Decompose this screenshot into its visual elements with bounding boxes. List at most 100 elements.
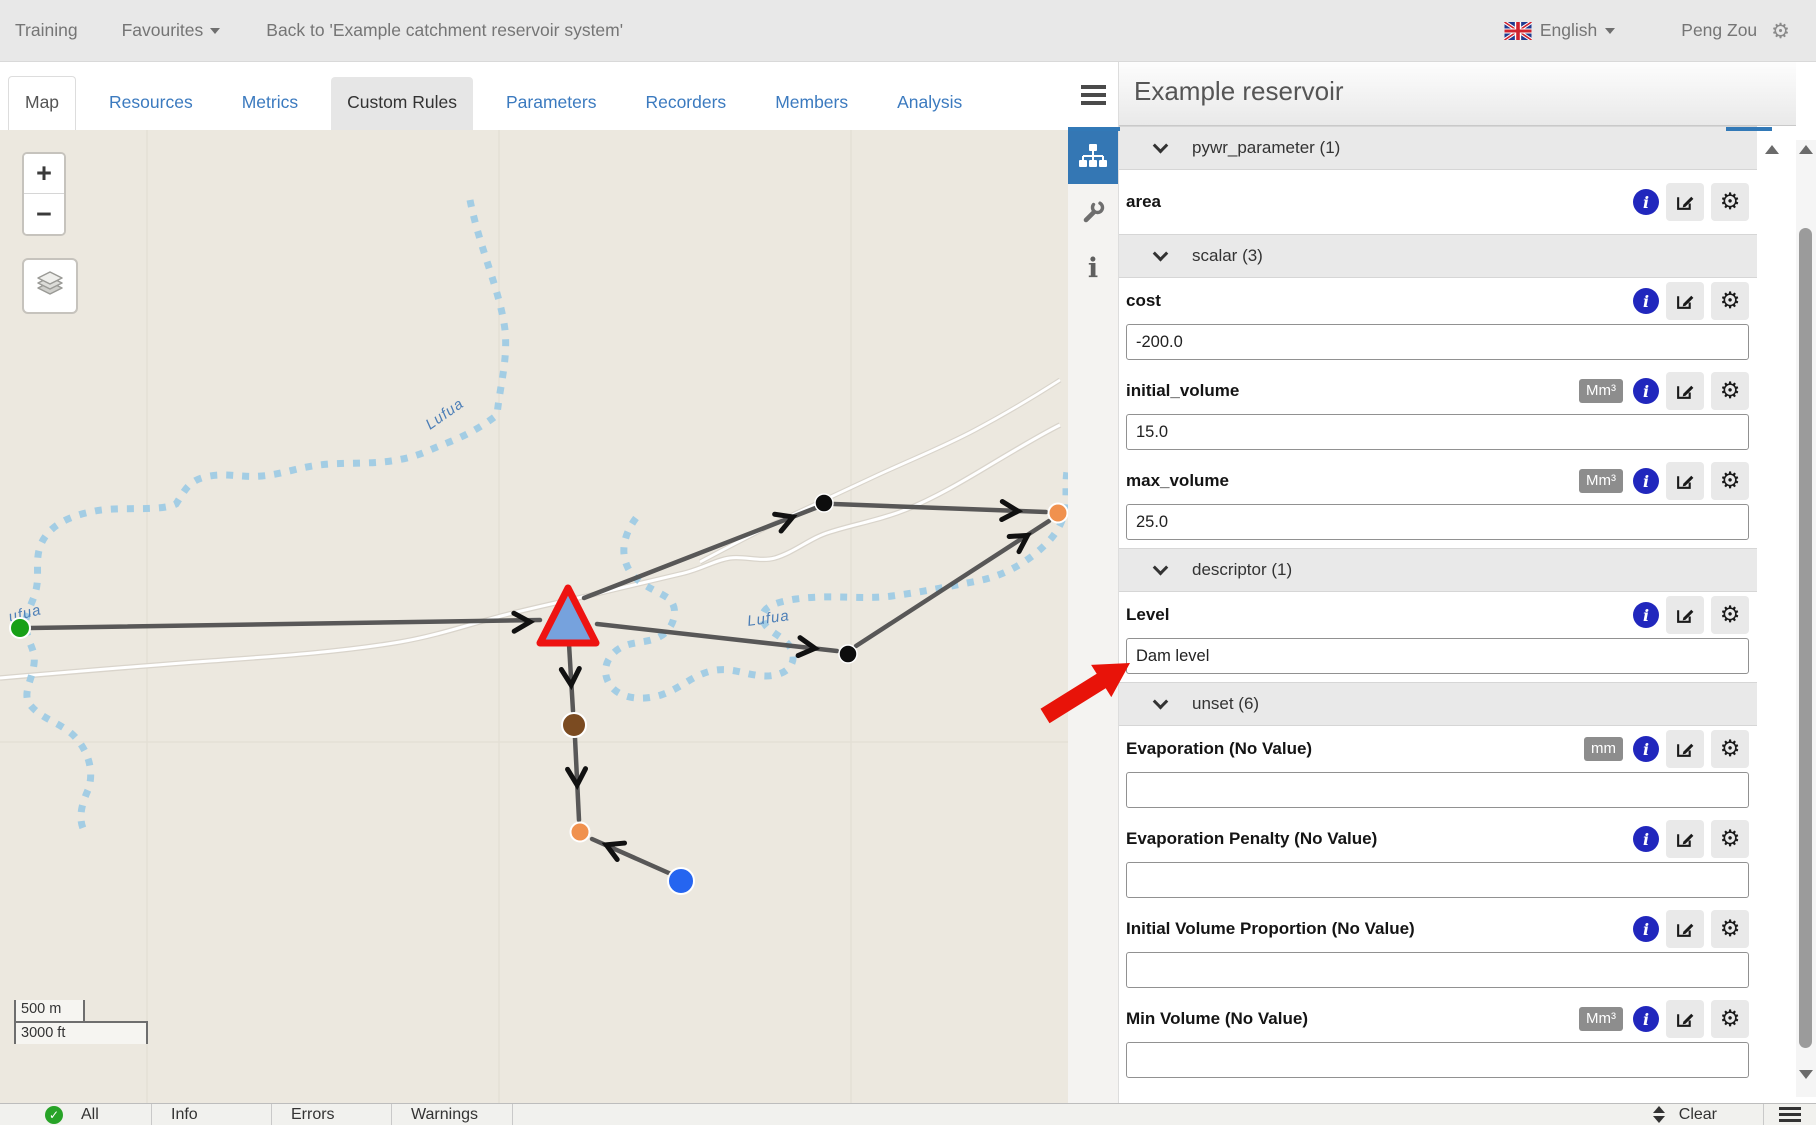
node-black-junction-upper[interactable] [815, 494, 833, 512]
edit-button[interactable] [1666, 183, 1704, 221]
application-window: Training Favourites Back to 'Example cat… [0, 0, 1816, 1125]
edit-button[interactable] [1666, 1000, 1704, 1038]
parameter-value-input[interactable] [1126, 504, 1749, 540]
parameter-row: area i ⚙ [1119, 170, 1757, 234]
tab-analysis[interactable]: Analysis [881, 77, 978, 130]
section-header[interactable]: descriptor (1) [1119, 548, 1757, 592]
parameter-value-input[interactable] [1126, 772, 1749, 808]
network-tree-icon[interactable] [1068, 128, 1118, 184]
parameter-value-input[interactable] [1126, 952, 1749, 988]
node-orange-right[interactable] [1049, 504, 1068, 523]
unit-badge: Mm³ [1579, 379, 1623, 403]
settings-button[interactable]: ⚙ [1711, 462, 1749, 500]
tab-parameters[interactable]: Parameters [490, 77, 612, 130]
tab-members[interactable]: Members [759, 77, 864, 130]
node-orange-lower[interactable] [571, 823, 590, 842]
section-label: unset (6) [1192, 694, 1259, 714]
parameter-row: Initial Volume Proportion (No Value) i ⚙ [1119, 906, 1757, 952]
parameter-controls: i ⚙ [1633, 820, 1749, 858]
tab-metrics[interactable]: Metrics [226, 77, 314, 130]
settings-button[interactable]: ⚙ [1711, 596, 1749, 634]
edit-button[interactable] [1666, 596, 1704, 634]
unit-badge: Mm³ [1579, 1007, 1623, 1031]
parameter-value-input[interactable] [1126, 638, 1749, 674]
parameter-value-input[interactable] [1126, 324, 1749, 360]
info-icon[interactable]: i [1633, 468, 1659, 494]
info-icon[interactable]: i [1633, 1006, 1659, 1032]
info-icon[interactable]: i [1633, 736, 1659, 762]
parameter-value-input[interactable] [1126, 1042, 1749, 1078]
node-black-junction-lower[interactable] [839, 645, 857, 663]
layers-button[interactable] [22, 258, 78, 314]
tab-resources[interactable]: Resources [93, 77, 209, 130]
info-icon[interactable]: i [1633, 826, 1659, 852]
gear-icon[interactable]: ⚙ [1771, 19, 1790, 43]
user-menu[interactable]: Peng Zou [1681, 20, 1757, 41]
menu-icon[interactable] [1068, 62, 1118, 128]
info-icon[interactable]: i [1633, 916, 1659, 942]
map-zoom-control: + − [22, 152, 66, 236]
settings-button[interactable]: ⚙ [1711, 282, 1749, 320]
nav-back-link[interactable]: Back to 'Example catchment reservoir sys… [266, 20, 623, 41]
annotation-arrow [1030, 650, 1140, 735]
parameter-label: Min Volume (No Value) [1126, 1009, 1308, 1029]
settings-button[interactable]: ⚙ [1711, 1000, 1749, 1038]
chevron-down-icon [1153, 245, 1169, 261]
statusbar-filter-warnings[interactable]: Warnings [392, 1104, 513, 1125]
tab-underline [1726, 127, 1772, 131]
tab-map[interactable]: Map [8, 76, 76, 130]
statusbar-filter-all[interactable]: ✓All [0, 1104, 152, 1125]
chevron-down-icon [1605, 28, 1615, 34]
settings-button[interactable]: ⚙ [1711, 730, 1749, 768]
section-header[interactable]: pywr_parameter (1) [1119, 126, 1757, 170]
statusbar-filter-errors[interactable]: Errors [272, 1104, 392, 1125]
edit-button[interactable] [1666, 282, 1704, 320]
panel-body: pywr_parameter (1) area i ⚙ scalar (3) c… [1119, 126, 1757, 1086]
tab-custom-rules[interactable]: Custom Rules [331, 77, 473, 130]
section-header[interactable]: scalar (3) [1119, 234, 1757, 278]
info-icon[interactable]: i [1633, 602, 1659, 628]
chevron-down-icon [210, 28, 220, 34]
map-canvas[interactable]: Lufua Lufua ufua [0, 130, 1068, 1103]
scroll-down-icon[interactable] [1799, 1070, 1813, 1079]
edit-button[interactable] [1666, 730, 1704, 768]
zoom-out-button[interactable]: − [24, 194, 64, 234]
panel-header: Example reservoir [1119, 62, 1796, 126]
info-icon[interactable]: i [1633, 378, 1659, 404]
edit-button[interactable] [1666, 910, 1704, 948]
info-icon[interactable]: i [1633, 189, 1659, 215]
parameter-value-input[interactable] [1126, 414, 1749, 450]
menu-icon[interactable] [1764, 1107, 1816, 1122]
tab-recorders[interactable]: Recorders [629, 77, 742, 130]
node-green-inflow[interactable] [10, 618, 30, 638]
info-icon[interactable]: i [1068, 240, 1118, 296]
statusbar-filter-info[interactable]: Info [152, 1104, 272, 1125]
scrollbar-thumb[interactable] [1799, 228, 1812, 1048]
nav-favourites-dropdown[interactable]: Favourites [122, 20, 221, 41]
chevron-down-icon [1153, 559, 1169, 575]
settings-button[interactable]: ⚙ [1711, 910, 1749, 948]
settings-button[interactable]: ⚙ [1711, 183, 1749, 221]
info-icon[interactable]: i [1633, 288, 1659, 314]
panel-scroll-up-icon[interactable] [1765, 145, 1779, 154]
node-blue[interactable] [668, 868, 694, 894]
settings-button[interactable]: ⚙ [1711, 820, 1749, 858]
edit-button[interactable] [1666, 462, 1704, 500]
edit-icon [1675, 381, 1696, 402]
zoom-in-button[interactable]: + [24, 154, 64, 194]
edit-button[interactable] [1666, 820, 1704, 858]
node-brown[interactable] [562, 713, 586, 737]
scroll-up-icon[interactable] [1799, 145, 1813, 154]
settings-button[interactable]: ⚙ [1711, 372, 1749, 410]
sort-icon[interactable] [1653, 1106, 1665, 1123]
language-selector[interactable]: English [1540, 20, 1597, 41]
nav-training[interactable]: Training [15, 20, 78, 41]
parameter-label: Evaporation Penalty (No Value) [1126, 829, 1377, 849]
map-basemap: Lufua Lufua ufua [0, 130, 1068, 1103]
section-header[interactable]: unset (6) [1119, 682, 1757, 726]
clear-button[interactable]: Clear [1679, 1106, 1717, 1124]
parameter-label: Evaporation (No Value) [1126, 739, 1312, 759]
parameter-value-input[interactable] [1126, 862, 1749, 898]
wrench-icon[interactable] [1068, 184, 1118, 240]
edit-button[interactable] [1666, 372, 1704, 410]
